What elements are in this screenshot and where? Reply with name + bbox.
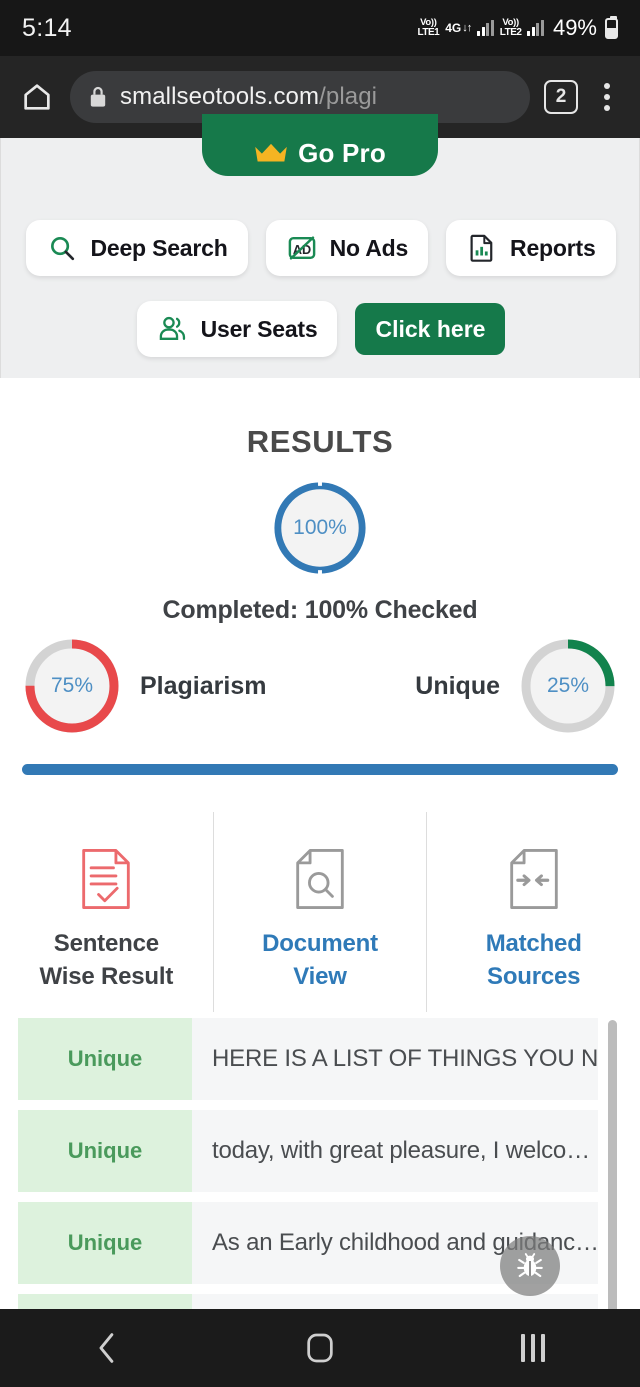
list-scrollbar[interactable]: [608, 1020, 617, 1320]
back-button[interactable]: [52, 1309, 162, 1387]
unique-gauge-group: Unique 25%: [415, 636, 618, 736]
plagiarism-label: Plagiarism: [140, 671, 267, 700]
tab-counter-button[interactable]: 2: [544, 80, 578, 114]
feature-chip-label: Deep Search: [90, 234, 228, 261]
completion-gauge: 100%: [271, 479, 369, 577]
report-document-icon: [466, 232, 498, 264]
phone-screen: 5:14 Vo)) LTE1 4G ↓↑ Vo)) LTE2 49% small…: [0, 0, 640, 1387]
status-badge: Unique: [18, 1202, 192, 1284]
document-check-icon: [75, 845, 137, 913]
tab-label-document-view: Document View: [262, 930, 378, 991]
bug-icon: [517, 1253, 543, 1278]
signal-bars-icon-2: [527, 20, 544, 36]
results-heading: RESULTS: [246, 424, 394, 459]
android-nav-bar: [0, 1309, 640, 1387]
unique-gauge: 25%: [518, 636, 618, 736]
feature-chip-row-2: User Seats Click here: [1, 301, 640, 357]
sentence-text: today, with great pleasure, I welco…: [212, 1137, 590, 1164]
users-icon: [157, 313, 189, 345]
bug-report-fab[interactable]: [500, 1236, 560, 1296]
no-ads-icon: AD: [286, 232, 318, 264]
tab-matched-sources[interactable]: Matched Sources: [426, 812, 640, 1012]
feature-chip-reports[interactable]: Reports: [446, 220, 616, 276]
go-pro-label: Go Pro: [298, 137, 386, 168]
battery-icon: [605, 15, 618, 39]
lock-icon: [88, 85, 108, 109]
score-gauges: 75% Plagiarism Unique 25%: [0, 636, 640, 740]
feature-chip-label: Reports: [510, 234, 596, 261]
magnifier-icon: [46, 232, 78, 264]
network-generation-icon: 4G ↓↑: [445, 21, 472, 35]
completed-status-text: Completed: 100% Checked: [162, 596, 478, 624]
feature-chip-label: User Seats: [200, 315, 318, 342]
list-item[interactable]: Unique HERE IS A LIST OF THINGS YOU N…: [18, 1018, 598, 1100]
tab-label-matched-sources: Matched Sources: [485, 930, 582, 991]
unique-gauge-value: 25%: [546, 674, 590, 697]
tab-document-view[interactable]: Document View: [212, 812, 427, 1012]
completion-gauge-value: 100%: [293, 516, 347, 539]
plagiarism-gauge: 75%: [22, 636, 122, 736]
status-badge: Unique: [18, 1110, 192, 1192]
home-button[interactable]: [265, 1309, 375, 1387]
document-arrows-icon: [503, 845, 565, 913]
promo-banner: Go Pro Deep Search AD No Ads Reports Use…: [0, 114, 640, 378]
url-text: smallseotools.com/plagi: [120, 83, 378, 110]
section-divider: [22, 764, 618, 775]
unique-label: Unique: [415, 671, 500, 700]
sentence-text: HERE IS A LIST OF THINGS YOU N…: [212, 1045, 598, 1072]
feature-chip-deep-search[interactable]: Deep Search: [26, 220, 248, 276]
feature-chip-no-ads[interactable]: AD No Ads: [265, 220, 429, 276]
tab-sentence-wise-result[interactable]: Sentence Wise Result: [0, 812, 213, 1012]
status-clock: 5:14: [22, 13, 72, 42]
status-badge: Unique: [18, 1018, 192, 1100]
volte1-icon: Vo)) LTE1: [417, 17, 440, 38]
back-chevron-icon: [99, 1333, 113, 1363]
list-item[interactable]: Unique today, with great pleasure, I wel…: [18, 1110, 598, 1192]
status-bar: 5:14 Vo)) LTE1 4G ↓↑ Vo)) LTE2 49%: [0, 0, 640, 56]
click-here-button[interactable]: Click here: [355, 303, 506, 355]
document-search-icon: [289, 845, 351, 913]
result-view-tabs: Sentence Wise Result Document View Match…: [0, 812, 640, 1012]
crown-icon: [255, 143, 287, 162]
go-pro-button[interactable]: Go Pro: [202, 114, 438, 176]
volte2-icon: Vo)) LTE2: [499, 17, 522, 38]
feature-chip-label: No Ads: [329, 234, 409, 261]
tab-label-sentence-wise-result: Sentence Wise Result: [39, 930, 174, 991]
plagiarism-gauge-value: 75%: [50, 674, 94, 697]
recents-icon: [521, 1334, 546, 1362]
home-square-icon: [307, 1333, 333, 1363]
status-indicators: Vo)) LTE1 4G ↓↑ Vo)) LTE2 49%: [417, 15, 618, 41]
battery-percent: 49%: [552, 15, 597, 40]
signal-bars-icon-1: [477, 20, 494, 36]
home-icon[interactable]: [18, 78, 56, 116]
feature-chip-user-seats[interactable]: User Seats: [136, 301, 338, 357]
kebab-menu-icon[interactable]: [592, 80, 622, 114]
recents-button[interactable]: [478, 1309, 588, 1387]
feature-chip-row-1: Deep Search AD No Ads Reports: [1, 220, 640, 276]
plagiarism-gauge-group: 75% Plagiarism: [22, 636, 266, 736]
